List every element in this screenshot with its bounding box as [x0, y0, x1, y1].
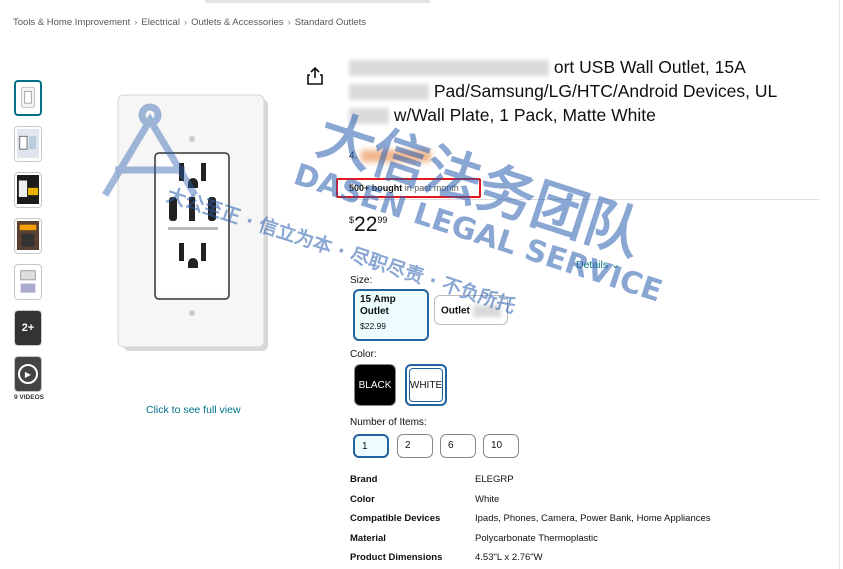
redacted-text	[349, 60, 549, 77]
price-fraction: 99	[377, 215, 388, 225]
highlight-annotation-box	[336, 178, 481, 198]
spec-row-color: Color White	[350, 490, 711, 510]
items-option-10[interactable]: 10	[483, 434, 519, 458]
price-whole: 22	[354, 213, 378, 236]
spec-key: Compatible Devices	[350, 513, 441, 525]
thumbnail-more-images[interactable]: 2+	[14, 310, 42, 346]
color-swatch-white[interactable]: WHITE	[405, 364, 447, 406]
breadcrumb-separator: ›	[134, 17, 138, 28]
spec-key: Color	[350, 493, 375, 505]
videos-count-label: 9 VIDEOS	[14, 394, 44, 401]
items-option-1[interactable]: 1	[353, 434, 389, 458]
thumbnail-outlet-usage[interactable]	[14, 218, 42, 254]
breadcrumb-separator: ›	[183, 17, 188, 28]
color-option-label: WHITE	[409, 368, 443, 402]
play-icon: ▶	[18, 364, 38, 384]
spec-value: White	[475, 493, 500, 505]
more-images-count: 2+	[15, 311, 41, 345]
spec-value: Polycarbonate Thermoplastic	[475, 532, 598, 544]
top-divider	[205, 0, 430, 3]
thumbnail-video[interactable]: ▶	[14, 356, 42, 392]
spec-key: Brand	[350, 474, 378, 486]
price: $2299	[349, 213, 387, 237]
spec-value: Ipads, Phones, Camera, Power Bank, Home …	[475, 513, 711, 525]
size-option-outlet[interactable]: Outlet	[434, 295, 508, 325]
spec-value: ELEGRP	[475, 474, 514, 486]
title-line-1: ort USB Wall Outlet, 15A	[553, 57, 746, 77]
thumbnail-strip: 2+ ▶ 9 VIDEOS	[14, 80, 44, 401]
full-view-link[interactable]: Click to see full view	[146, 404, 241, 416]
star-rating-icon	[361, 150, 432, 162]
color-option-label: BLACK	[358, 379, 392, 391]
details-label: Details	[576, 259, 609, 271]
thumbnail-outlet-40w[interactable]	[14, 172, 42, 208]
product-main-image[interactable]	[55, 85, 335, 375]
redacted-text	[349, 84, 429, 101]
breadcrumb-tools[interactable]: Tools & Home Improvement	[13, 17, 130, 28]
thumbnail-outlet-dimensions[interactable]	[14, 264, 42, 300]
share-icon[interactable]	[306, 66, 324, 86]
thumbnail-outlet-front[interactable]	[14, 80, 42, 116]
items-option-2[interactable]: 2	[397, 434, 433, 458]
rating-value: 4.	[349, 150, 358, 162]
spec-row-material: Material Polycarbonate Thermoplastic	[350, 529, 711, 549]
size-label: Size:	[350, 275, 373, 286]
spec-key: Product Dimensions	[350, 552, 443, 564]
size-option-15-amp-outlet[interactable]: 15 Amp Outlet $22.99	[353, 289, 429, 341]
details-link[interactable]: Details ⌄	[576, 259, 620, 271]
number-of-items-label: Number of Items:	[350, 417, 427, 428]
redacted-text	[349, 108, 389, 125]
spec-key: Material	[350, 532, 386, 544]
color-label: Color:	[350, 349, 377, 360]
spec-row-brand: Brand ELEGRP	[350, 470, 711, 490]
section-divider	[349, 199, 819, 200]
size-option-label: Outlet	[441, 305, 470, 317]
breadcrumb-outlets[interactable]: Outlets & Accessories	[191, 17, 283, 28]
title-line-2: Pad/Samsung/LG/HTC/Android Devices, UL	[433, 81, 778, 101]
price-currency: $	[349, 215, 355, 225]
product-specs-table: Brand ELEGRP Color White Compatible Device…	[350, 470, 711, 568]
spec-row-compatible-devices: Compatible Devices Ipads, Phones, Camera,…	[350, 509, 711, 529]
color-swatch-black[interactable]: BLACK	[354, 364, 396, 406]
spec-value: 4.53"L x 2.76"W	[475, 552, 543, 564]
chevron-down-icon: ⌄	[611, 259, 620, 271]
right-divider	[839, 0, 840, 569]
breadcrumb-separator: ›	[287, 17, 291, 28]
breadcrumb: Tools & Home Improvement › Electrical › Outl…	[13, 17, 366, 28]
thumbnail-outlet-features[interactable]	[14, 126, 42, 162]
breadcrumb-electrical[interactable]: Electrical	[141, 17, 180, 28]
breadcrumb-standard-outlets[interactable]: Standard Outlets	[295, 17, 366, 28]
rating-row[interactable]: 4.	[349, 150, 432, 162]
size-option-label: 15 Amp Outlet	[360, 294, 396, 317]
spec-row-dimensions: Product Dimensions 4.53"L x 2.76"W	[350, 548, 711, 568]
items-option-6[interactable]: 6	[440, 434, 476, 458]
title-line-3: w/Wall Plate, 1 Pack, Matte White	[393, 105, 656, 125]
product-title: ort USB Wall Outlet, 15A Pad/Samsung/LG/…	[349, 55, 789, 127]
size-option-price: $22.99	[360, 321, 386, 331]
redacted-text	[472, 305, 501, 317]
